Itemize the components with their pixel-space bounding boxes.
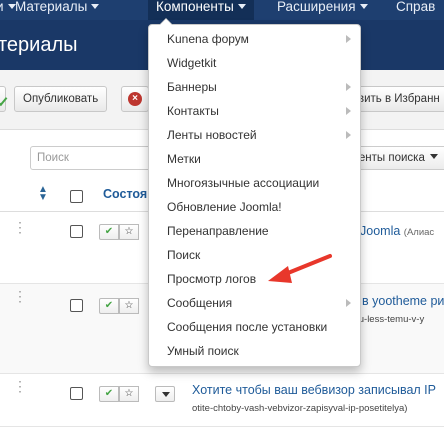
menu-item-user-logs[interactable]: Просмотр логов (149, 267, 360, 291)
nav-item-extensions[interactable]: Расширения (277, 0, 368, 20)
drag-handle-icon[interactable]: ⋮ (13, 379, 27, 393)
star-icon[interactable]: ☆ (119, 298, 139, 314)
chevron-right-icon (346, 299, 351, 307)
components-dropdown-menu: Kunena форум Widgetkit Баннеры Контакты … (148, 18, 361, 367)
nav-item-help[interactable]: Справ (396, 0, 435, 20)
row-checkbox[interactable] (70, 299, 83, 312)
check-icon[interactable]: ✔ (99, 386, 119, 402)
article-title-link[interactable]: Joomla (Алиас (360, 224, 434, 238)
check-icon[interactable]: ✔ (99, 224, 119, 240)
chevron-down-icon (237, 4, 246, 9)
edit-button-partial[interactable] (0, 86, 6, 112)
chevron-down-icon (359, 4, 368, 9)
chevron-right-icon (346, 35, 351, 43)
publish-button[interactable]: Опубликовать (14, 86, 108, 112)
top-navbar: и Материалы Компоненты Расширения Справ (0, 0, 444, 20)
menu-pointer (159, 18, 173, 25)
menu-item-redirect[interactable]: Перенаправление (149, 219, 360, 243)
menu-item-messages[interactable]: Сообщения (149, 291, 360, 315)
menu-item-widgetkit[interactable]: Widgetkit (149, 51, 360, 75)
select-all-checkbox[interactable] (70, 190, 83, 203)
row-checkbox[interactable] (70, 225, 83, 238)
check-icon[interactable]: ✔ (99, 298, 119, 314)
sort-icon[interactable]: ▲ ▼ (38, 185, 48, 203)
menu-item-banners[interactable]: Баннеры (149, 75, 360, 99)
row-checkbox[interactable] (70, 387, 83, 400)
chevron-down-icon (429, 154, 438, 159)
cancel-icon: × (128, 92, 142, 106)
column-header-status[interactable]: Состоя (103, 187, 147, 201)
unpublish-button[interactable]: × (121, 86, 149, 112)
page-title: териалы (0, 34, 78, 56)
menu-item-smart-search[interactable]: Умный поиск (149, 339, 360, 363)
nav-item-content[interactable]: Материалы (15, 0, 100, 20)
nav-item-components[interactable]: Компоненты (148, 0, 254, 20)
article-title-link[interactable]: Хотите чтобы ваш вебвизор записывал IP (192, 383, 436, 397)
drag-handle-icon[interactable]: ⋮ (13, 220, 27, 234)
table-row: ⋮ ✔ ☆ Хотите чтобы ваш вебвизор записыва… (0, 374, 444, 427)
menu-item-tags[interactable]: Метки (149, 147, 360, 171)
menu-item-postinstall[interactable]: Сообщения после установки (149, 315, 360, 339)
chevron-right-icon (346, 131, 351, 139)
menu-item-joomla-update[interactable]: Обновление Joomla! (149, 195, 360, 219)
chevron-down-icon (91, 4, 100, 9)
chevron-right-icon (346, 107, 351, 115)
article-alias: yu-less-temu-v-y (354, 314, 425, 325)
menu-item-kunena[interactable]: Kunena форум (149, 27, 360, 51)
menu-item-search[interactable]: Поиск (149, 243, 360, 267)
actions-dropdown-button[interactable] (155, 386, 175, 402)
nav-item-partial[interactable]: и (0, 0, 16, 20)
article-title-link[interactable]: в yootheme ри (362, 294, 444, 308)
menu-item-associations[interactable]: Многоязычные ассоциации (149, 171, 360, 195)
star-icon[interactable]: ☆ (119, 386, 139, 402)
chevron-right-icon (346, 83, 351, 91)
star-icon[interactable]: ☆ (119, 224, 139, 240)
drag-handle-icon[interactable]: ⋮ (13, 289, 27, 303)
menu-item-newsfeeds[interactable]: Ленты новостей (149, 123, 360, 147)
article-alias: otite-chtoby-vash-vebvizor-zapisyval-ip-… (192, 403, 408, 414)
menu-item-contacts[interactable]: Контакты (149, 99, 360, 123)
